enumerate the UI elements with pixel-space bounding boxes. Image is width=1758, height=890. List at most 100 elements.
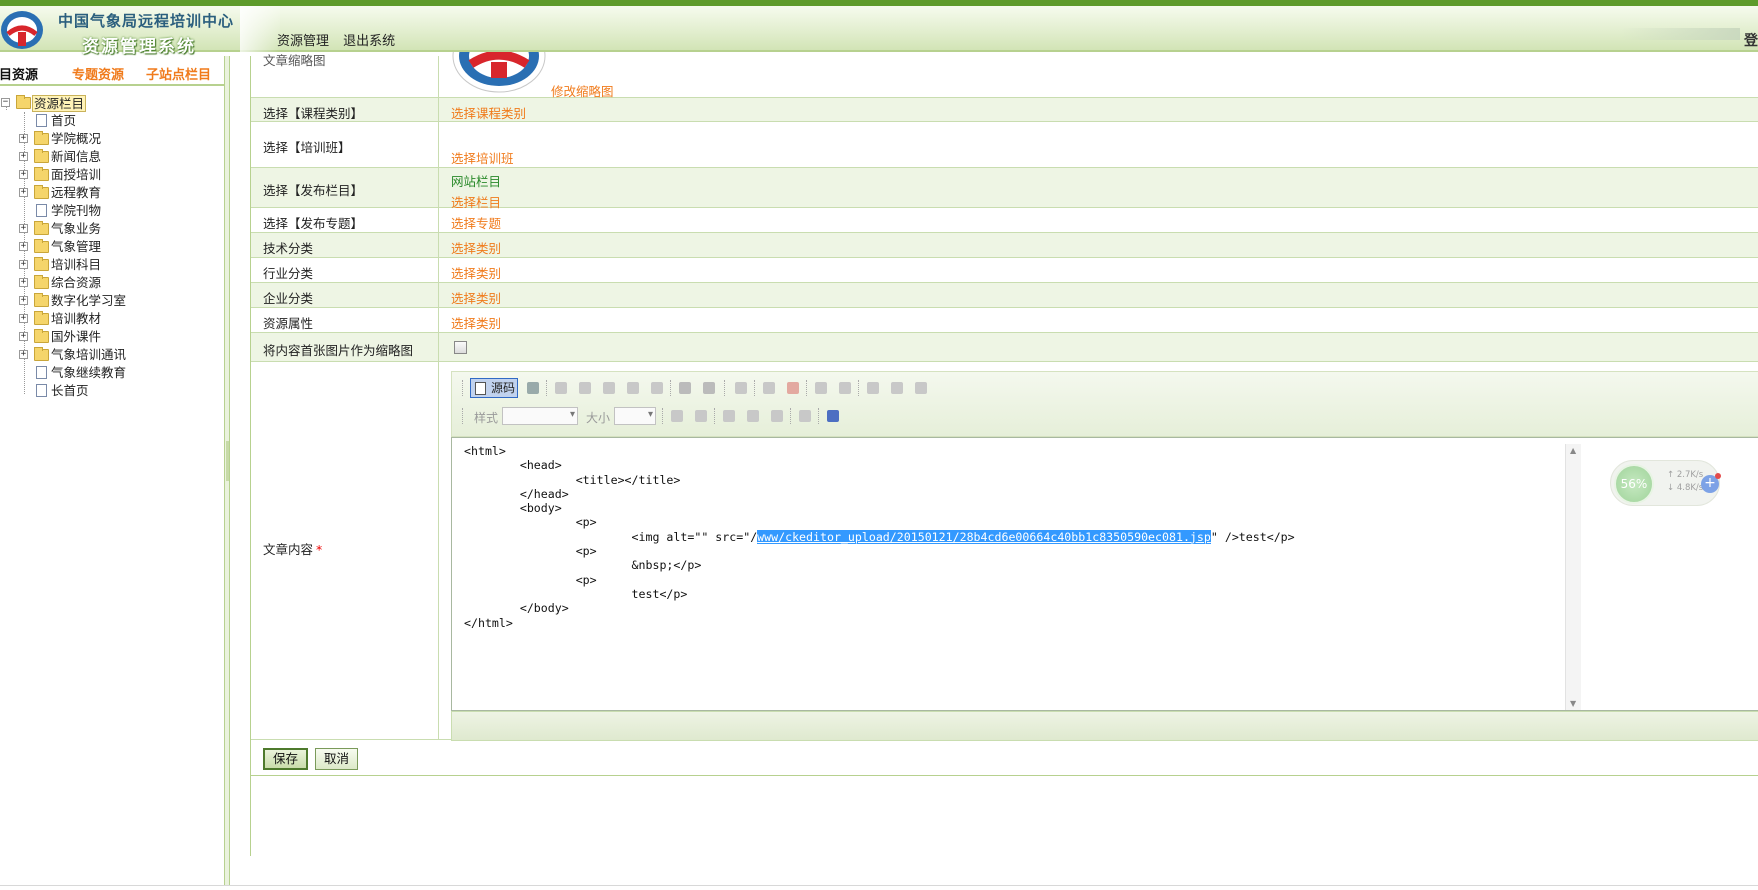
numbered-list-icon[interactable] (668, 407, 686, 425)
tree-item[interactable]: + 培训教材 (0, 310, 224, 328)
source-code[interactable]: <html> <head> <title></title> </head> <b… (464, 444, 1295, 630)
save-button[interactable]: 保存 (263, 748, 309, 770)
folder-icon (34, 293, 49, 307)
redo-icon[interactable] (700, 379, 718, 397)
copy-icon[interactable] (576, 379, 594, 397)
folder-icon (34, 329, 49, 343)
tab-substation-columns[interactable]: 子站点栏目 (146, 64, 211, 83)
style-select[interactable] (502, 407, 578, 425)
network-speed-widget[interactable]: 56% ↑ 2.7K/s ↓ 4.8K/s + (1610, 460, 1721, 506)
expand-icon[interactable]: + (19, 224, 28, 233)
size-select[interactable] (614, 407, 656, 425)
unlink-icon[interactable] (744, 407, 762, 425)
folder-open-icon (16, 95, 31, 109)
select-enterprise-category-link[interactable]: 选择类别 (451, 288, 501, 307)
expand-icon[interactable]: + (19, 242, 28, 251)
bold-icon[interactable] (812, 379, 830, 397)
login-info[interactable]: 登 (1744, 30, 1758, 50)
expand-icon[interactable]: + (19, 296, 28, 305)
expand-icon[interactable]: + (19, 332, 28, 341)
first-image-checkbox[interactable] (454, 341, 467, 354)
resource-form: 文章缩略图 修改缩略图 选择【课程类别】 选择课程类别 选择【培训班】 选择培训… (250, 52, 1758, 856)
editor-footer (451, 711, 1758, 741)
flash-icon[interactable] (784, 379, 802, 397)
selected-text[interactable]: www/ckeditor_upload/20150121/28b4cd6e006… (757, 529, 1211, 544)
tree-item[interactable]: + 新闻信息 (0, 148, 224, 166)
collapse-icon[interactable]: − (1, 98, 10, 107)
tree-root[interactable]: − 资源栏目 (0, 94, 224, 112)
select-industry-category-link[interactable]: 选择类别 (451, 263, 501, 282)
nav-logout[interactable]: 退出系统 (343, 34, 395, 49)
tree-item[interactable]: 气象继续教育 (0, 364, 224, 382)
preview-icon[interactable] (524, 379, 542, 397)
tree-item-label: 气象管理 (51, 239, 102, 254)
paste-word-icon[interactable] (648, 379, 666, 397)
page-icon (36, 366, 47, 379)
tree-item[interactable]: 长首页 (0, 382, 224, 400)
row-publish-column: 选择【发布栏目】 网站栏目 选择栏目 (251, 168, 1758, 210)
editor-scrollbar[interactable]: ▲ ▼ (1565, 444, 1581, 710)
folder-icon (34, 131, 49, 145)
source-button[interactable]: 源码 (470, 378, 518, 398)
nav-resource-management[interactable]: 资源管理 (277, 34, 329, 49)
tree-item-label: 培训教材 (51, 311, 102, 326)
row-training-class: 选择【培训班】 选择培训班 (251, 122, 1758, 168)
expand-icon[interactable]: + (19, 188, 28, 197)
tree-item[interactable]: + 远程教育 (0, 184, 224, 202)
toolbar-row-1: 源码 (462, 376, 1752, 400)
tree-item[interactable]: 首页 (0, 112, 224, 130)
cancel-button[interactable]: 取消 (315, 748, 359, 770)
image-icon[interactable] (760, 379, 778, 397)
thumbnail-label: 文章缩略图 (263, 53, 326, 68)
tree-item[interactable]: + 学院概况 (0, 130, 224, 148)
folder-icon (34, 275, 49, 289)
expand-icon[interactable]: + (19, 170, 28, 179)
tree-item[interactable]: + 培训科目 (0, 256, 224, 274)
source-code-area[interactable]: <html> <head> <title></title> </head> <b… (451, 437, 1758, 711)
anchor-icon[interactable] (768, 407, 786, 425)
link-icon[interactable] (720, 407, 738, 425)
bulleted-list-icon[interactable] (692, 407, 710, 425)
remove-format-icon[interactable] (732, 379, 750, 397)
italic-icon[interactable] (836, 379, 854, 397)
paste-icon[interactable] (600, 379, 618, 397)
expand-icon[interactable]: + (19, 350, 28, 359)
tree-item[interactable]: + 气象业务 (0, 220, 224, 238)
select-course-category-link[interactable]: 选择课程类别 (451, 103, 526, 122)
tree-item-label: 综合资源 (51, 275, 102, 290)
tree-item[interactable]: 学院刊物 (0, 202, 224, 220)
expand-icon[interactable]: + (19, 260, 28, 269)
plus-icon[interactable]: + (1701, 473, 1721, 493)
panel-splitter[interactable] (224, 56, 230, 886)
course-category-label: 选择【课程类别】 (263, 106, 364, 121)
splitter-handle[interactable] (226, 441, 229, 481)
horizontal-rule-icon[interactable] (796, 407, 814, 425)
expand-icon[interactable]: + (19, 278, 28, 287)
align-left-icon[interactable] (864, 379, 882, 397)
paste-text-icon[interactable] (624, 379, 642, 397)
align-right-icon[interactable] (912, 379, 930, 397)
select-tech-category-link[interactable]: 选择类别 (451, 238, 501, 257)
tab-topic-resources[interactable]: 专题资源 (72, 64, 124, 83)
expand-icon[interactable]: + (19, 314, 28, 323)
expand-icon[interactable]: + (19, 134, 28, 143)
select-resource-attr-link[interactable]: 选择类别 (451, 313, 501, 332)
tree-item[interactable]: + 气象培训通讯 (0, 346, 224, 364)
tree-item[interactable]: + 面授培训 (0, 166, 224, 184)
tree-item-label: 长首页 (51, 383, 89, 398)
align-center-icon[interactable] (888, 379, 906, 397)
tree-item[interactable]: + 数字化学习室 (0, 292, 224, 310)
tree-item[interactable]: + 气象管理 (0, 238, 224, 256)
thumbnail-image (452, 52, 546, 93)
content-label: 文章内容 * (263, 542, 323, 557)
select-topic-link[interactable]: 选择专题 (451, 213, 501, 232)
cut-icon[interactable] (552, 379, 570, 397)
publish-column-label: 选择【发布栏目】 (263, 183, 364, 198)
maximize-icon[interactable] (824, 407, 842, 425)
undo-icon[interactable] (676, 379, 694, 397)
tree-item[interactable]: + 综合资源 (0, 274, 224, 292)
tree-item[interactable]: + 国外课件 (0, 328, 224, 346)
tab-column-resources[interactable]: 栏目资源 (0, 64, 38, 83)
expand-icon[interactable]: + (19, 152, 28, 161)
select-training-class-link[interactable]: 选择培训班 (451, 148, 514, 167)
